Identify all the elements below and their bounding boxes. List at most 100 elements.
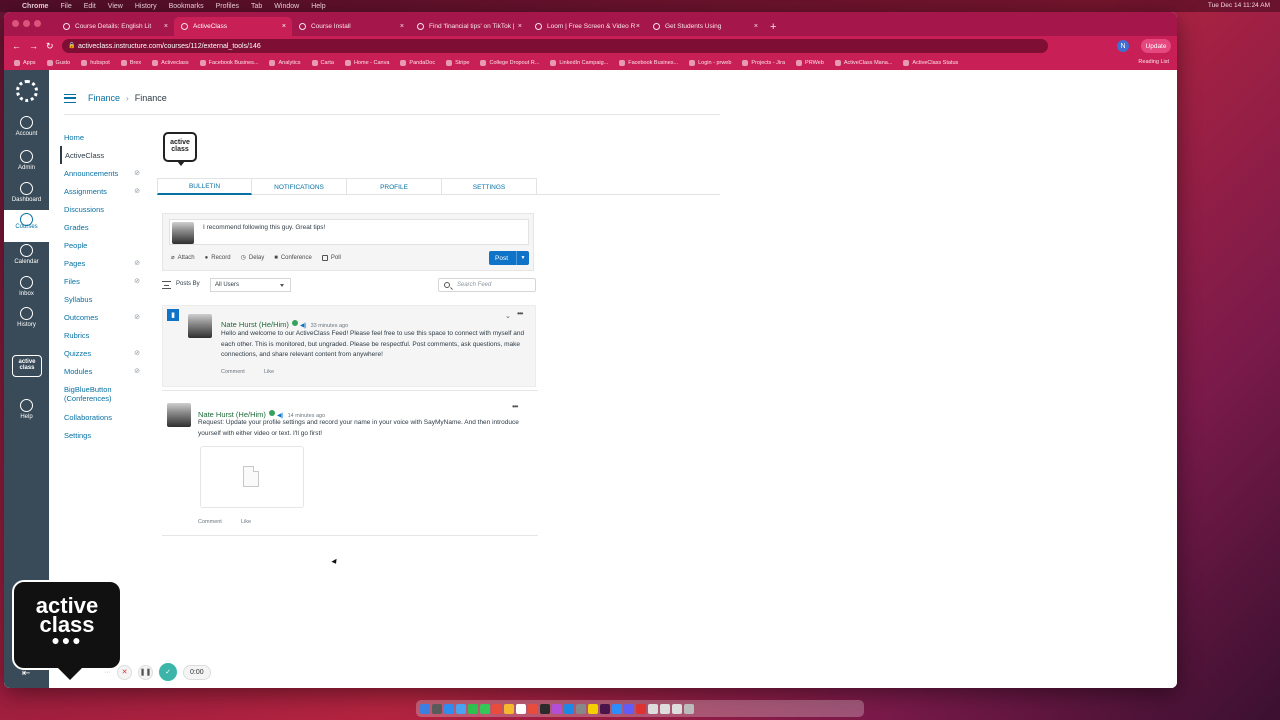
window-icon[interactable] — [660, 703, 670, 714]
safari-icon[interactable] — [444, 703, 454, 714]
activeclass-nav-logo[interactable]: active class — [12, 355, 42, 377]
course-nav-home[interactable]: Home — [60, 128, 152, 146]
bookmark-item[interactable]: Home - Canva — [344, 60, 389, 66]
course-nav-discussions[interactable]: Discussions — [60, 200, 152, 218]
bookmark-item[interactable]: Apps — [14, 60, 36, 66]
browser-tab-active[interactable]: ActiveClass × — [174, 17, 292, 36]
facetime-icon[interactable] — [480, 703, 490, 714]
system-preferences-icon[interactable] — [576, 703, 586, 714]
attachment-card[interactable] — [200, 446, 304, 508]
menu-window[interactable]: Window — [274, 3, 299, 10]
bookmark-item[interactable]: Carta — [311, 60, 334, 66]
finish-recording-icon[interactable]: ✓ — [159, 663, 177, 681]
course-nav-grades[interactable]: Grades — [60, 218, 152, 236]
browser-tab[interactable]: Course Details: English Lit × — [56, 17, 174, 36]
course-nav-settings[interactable]: Settings — [60, 426, 152, 444]
bookmark-item[interactable]: LinkedIn Campaig... — [550, 60, 608, 66]
bookmark-item[interactable]: Facebook Busines... — [199, 60, 258, 66]
trash-icon[interactable] — [684, 703, 694, 714]
close-tab-icon[interactable]: × — [636, 23, 640, 30]
window-icon[interactable] — [672, 703, 682, 714]
bookmark-item[interactable]: Login - prweb — [689, 60, 731, 66]
browser-tab[interactable]: Loom | Free Screen & Video R × — [528, 17, 646, 36]
bookmark-item[interactable]: Brex — [120, 60, 141, 66]
more-options-icon[interactable]: ••• — [512, 402, 518, 411]
bookmark-item[interactable]: ActiveClass Status — [903, 60, 958, 66]
zoom-window-icon[interactable] — [34, 20, 41, 27]
breadcrumb-course-link[interactable]: Finance — [88, 93, 120, 103]
close-tab-icon[interactable]: × — [518, 23, 522, 30]
course-nav-assignments[interactable]: Assignments ⊘ — [60, 182, 152, 200]
appstore-icon[interactable] — [564, 703, 574, 714]
nav-dashboard[interactable]: Dashboard — [4, 182, 49, 203]
menu-history[interactable]: History — [135, 3, 157, 10]
post-button[interactable]: Post ▼ — [489, 251, 529, 265]
bookmark-item[interactable]: PandaDoc — [400, 60, 435, 66]
more-icon[interactable]: ··· — [104, 669, 111, 676]
pause-icon[interactable]: ❚❚ — [138, 664, 153, 680]
nav-courses[interactable]: Courses — [4, 210, 49, 242]
course-nav-collaborations[interactable]: Collaborations — [60, 408, 152, 426]
close-tab-icon[interactable]: × — [282, 23, 286, 30]
window-icon[interactable] — [648, 703, 658, 714]
menu-clock[interactable]: Tue Dec 14 11:24 AM — [1208, 2, 1270, 9]
course-nav-files[interactable]: Files ⊘ — [60, 272, 152, 290]
bookmark-item[interactable]: Activeclass — [152, 60, 189, 66]
course-nav-pages[interactable]: Pages ⊘ — [60, 254, 152, 272]
browser-tab[interactable]: Get Students Using × — [646, 17, 764, 36]
course-nav-outcomes[interactable]: Outcomes ⊘ — [60, 308, 152, 326]
nav-admin[interactable]: Admin — [4, 150, 49, 171]
bookmark-item[interactable]: Facebook Busines... — [619, 60, 678, 66]
forward-icon[interactable]: → — [29, 41, 38, 51]
course-nav-activeclass[interactable]: ActiveClass — [60, 146, 152, 164]
menu-edit[interactable]: Edit — [84, 3, 96, 10]
chevron-down-icon[interactable]: ⌄ — [505, 312, 511, 320]
like-button[interactable]: Like — [241, 519, 251, 525]
menu-bookmarks[interactable]: Bookmarks — [169, 3, 204, 10]
post-author[interactable]: Nate Hurst (He/Him) — [221, 320, 289, 329]
course-nav-people[interactable]: People — [60, 236, 152, 254]
nav-inbox[interactable]: Inbox — [4, 276, 49, 297]
comment-button[interactable]: Comment — [221, 369, 245, 375]
conference-button[interactable]: ■ Conference — [274, 254, 312, 261]
bookmark-item[interactable]: Gusto — [46, 60, 70, 66]
bookmark-item[interactable]: ActiveClass Mana... — [834, 60, 892, 66]
nav-account[interactable]: Account — [4, 116, 49, 137]
bookmark-item[interactable]: PRWeb — [796, 60, 824, 66]
bookmark-item[interactable]: College Dropout R... — [480, 60, 539, 66]
delay-button[interactable]: ◷ Delay — [241, 254, 265, 262]
more-options-icon[interactable]: ••• — [517, 309, 523, 318]
close-window-icon[interactable] — [12, 20, 19, 27]
reload-icon[interactable]: ↻ — [46, 41, 54, 52]
finder-icon[interactable] — [420, 703, 430, 714]
app-icon[interactable] — [636, 703, 646, 714]
menu-profiles[interactable]: Profiles — [216, 3, 239, 10]
attach-button[interactable]: ⌀ Attach — [171, 254, 195, 262]
search-feed-input[interactable]: Search Feed — [438, 278, 536, 292]
chrome-icon[interactable] — [588, 703, 598, 714]
reading-list-button[interactable]: Reading List — [1138, 59, 1169, 65]
nav-calendar[interactable]: Calendar — [4, 244, 49, 265]
profile-avatar[interactable]: N — [1117, 40, 1129, 52]
browser-tab[interactable]: Find 'financial tips' on TikTok | × — [410, 17, 528, 36]
bookmark-item[interactable]: Projects - Jira — [742, 60, 785, 66]
menu-tab[interactable]: Tab — [251, 3, 262, 10]
course-nav-rubrics[interactable]: Rubrics — [60, 326, 152, 344]
canvas-logo-icon[interactable] — [16, 80, 38, 102]
tab-settings[interactable]: SETTINGS — [442, 178, 537, 195]
menu-view[interactable]: View — [108, 3, 123, 10]
chevron-down-icon[interactable]: ▼ — [516, 251, 529, 265]
loom-icon[interactable] — [624, 703, 634, 714]
browser-tab[interactable]: Course Install × — [292, 17, 410, 36]
podcasts-icon[interactable] — [552, 703, 562, 714]
back-icon[interactable]: ← — [12, 41, 21, 51]
nav-history[interactable]: History — [4, 307, 49, 328]
messages-icon[interactable] — [468, 703, 478, 714]
launchpad-icon[interactable] — [432, 703, 442, 714]
bookmark-item[interactable]: hubspot — [81, 60, 110, 66]
notes-icon[interactable] — [504, 703, 514, 714]
tab-notifications[interactable]: NOTIFICATIONS — [252, 178, 347, 195]
pin-icon[interactable]: ▮ — [167, 309, 179, 321]
address-bar[interactable]: 🔒 activeclass.instructure.com/courses/11… — [62, 39, 1048, 53]
composer-input[interactable]: I recommend following this guy. Great ti… — [169, 219, 529, 245]
